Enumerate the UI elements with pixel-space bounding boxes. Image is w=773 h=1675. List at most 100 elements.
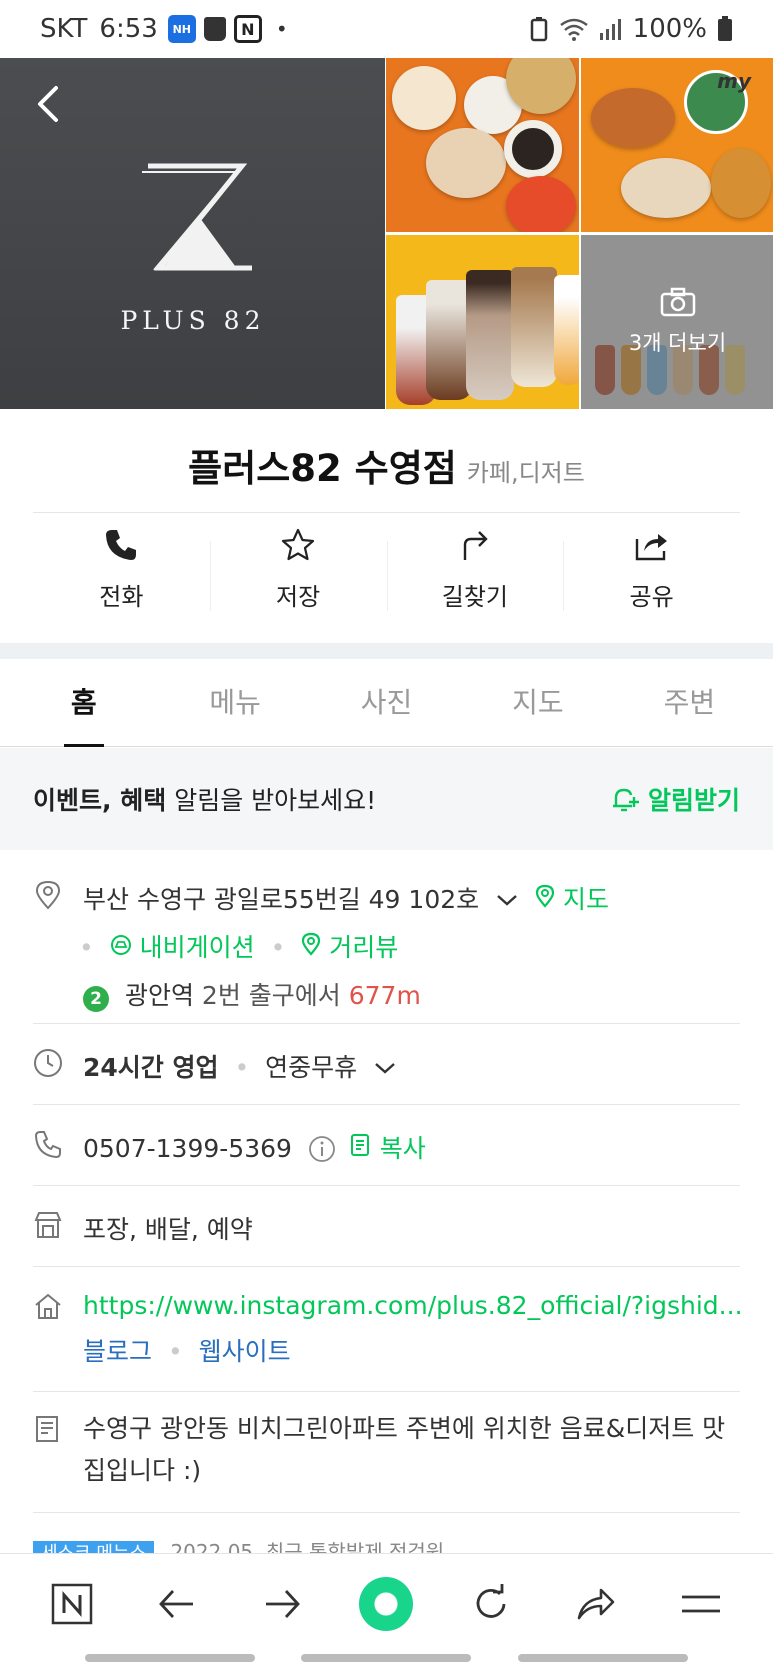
browser-back-button[interactable] — [149, 1576, 205, 1632]
info-icon[interactable] — [308, 1135, 336, 1163]
tab-photos[interactable]: 사진 — [311, 659, 462, 746]
shopping-bag-icon — [203, 17, 226, 41]
divider — [33, 1266, 740, 1267]
copy-label: 복사 — [379, 1134, 426, 1163]
station-distance: 677m — [348, 981, 421, 1010]
phone-outline-icon — [34, 1131, 61, 1159]
clock: 6:53 — [99, 14, 158, 44]
tab-nearby[interactable]: 주변 — [614, 659, 765, 746]
status-bar: SKT 6:53 NH N • 100% — [0, 0, 773, 58]
tab-map[interactable]: 지도 — [462, 659, 613, 746]
notification-banner: 이벤트, 혜택 알림을 받아보세요! 알림받기 — [0, 748, 773, 850]
divider — [33, 1104, 740, 1105]
chevron-down-icon[interactable] — [495, 892, 519, 908]
station-name: 광안역 — [124, 981, 194, 1010]
naver-n-icon: N — [233, 15, 262, 43]
divider — [33, 1185, 740, 1186]
links-section: https://www.instagram.com/plus.82_offici… — [33, 1291, 740, 1368]
browser-forward-button[interactable] — [254, 1576, 310, 1632]
map-link[interactable]: 지도 — [535, 884, 610, 914]
my-label: my — [717, 69, 751, 93]
tab-menu[interactable]: 메뉴 — [159, 659, 310, 746]
directions-label: 길찾기 — [441, 583, 508, 611]
menu-button[interactable] — [673, 1576, 729, 1632]
hours-status: 24시간 영업 — [83, 1053, 219, 1082]
copy-phone-button[interactable]: 복사 — [350, 1134, 426, 1163]
divider — [33, 1512, 740, 1513]
subscribe-alert-button[interactable]: 알림받기 — [610, 781, 740, 817]
notification-dot-icon: • — [275, 17, 288, 41]
map-link-label: 지도 — [563, 885, 610, 914]
divider — [33, 1023, 740, 1024]
nav-gesture-bar — [518, 1654, 688, 1662]
hours-section[interactable]: 24시간 영업 • 연중무휴 — [33, 1048, 740, 1084]
directions-icon — [463, 531, 488, 560]
save-label: 저장 — [276, 583, 321, 611]
more-photos-overlay[interactable]: 3개 더보기 — [581, 235, 773, 409]
star-icon — [282, 528, 315, 561]
main-photo[interactable]: PLUS 82 — [0, 58, 385, 409]
share-arrow-icon — [577, 1588, 615, 1619]
hamburger-icon — [681, 1595, 720, 1612]
bell-plus-icon — [612, 788, 639, 812]
share-button[interactable]: 공유 — [563, 527, 740, 627]
nh-bank-icon: NH — [167, 15, 196, 43]
signal-icon — [599, 19, 621, 40]
navigation-label: 내비게이션 — [139, 933, 255, 962]
battery-icon — [718, 16, 732, 41]
plus82-logo — [142, 163, 252, 271]
blog-link[interactable]: 블로그 — [83, 1337, 152, 1366]
navigation-link[interactable]: 내비게이션 — [110, 933, 263, 962]
address-section: 부산 수영구 광일로55번길 49 102호 지도 • 내비게이션 • 거리뷰 … — [33, 880, 740, 1012]
wifi-icon — [559, 18, 588, 41]
call-button[interactable]: 전화 — [33, 527, 210, 627]
website-link[interactable]: 웹사이트 — [199, 1337, 291, 1366]
reload-icon — [476, 1583, 506, 1618]
station-exit: 2번 출구에서 — [201, 981, 341, 1010]
phone-number[interactable]: 0507-1399-5369 — [83, 1134, 292, 1163]
save-button[interactable]: 저장 — [209, 527, 387, 627]
share-label: 공유 — [629, 583, 674, 611]
share-icon — [635, 534, 667, 561]
hours-holiday: 연중무휴 — [265, 1053, 358, 1082]
street-view-link[interactable]: 거리뷰 — [301, 932, 398, 962]
logo-text: PLUS 82 — [120, 306, 266, 335]
services-section: 포장, 배달, 예약 — [33, 1210, 740, 1246]
green-dot-button[interactable] — [358, 1576, 414, 1632]
photo-grid: my 3개 더보기 — [386, 58, 773, 409]
description-section: 수영구 광안동 비치그린아파트 주변에 위치한 음료&디저트 맛집입니다 :) — [33, 1414, 740, 1492]
document-icon — [36, 1416, 58, 1442]
instagram-link[interactable]: https://www.instagram.com/plus.82_offici… — [83, 1291, 740, 1320]
notify-bold-text: 이벤트, 혜택 — [33, 786, 167, 815]
copy-icon — [350, 1134, 369, 1156]
description-text: 수영구 광안동 비치그린아파트 주변에 위치한 음료&디저트 맛집입니다 :) — [83, 1414, 726, 1485]
arrow-right-icon — [265, 1589, 300, 1618]
call-label: 전화 — [99, 583, 144, 611]
back-arrow-icon[interactable] — [30, 82, 70, 126]
directions-button[interactable]: 길찾기 — [386, 527, 564, 627]
subscribe-alert-label: 알림받기 — [647, 786, 740, 815]
photo-breads[interactable]: my — [581, 58, 773, 232]
divider — [33, 1391, 740, 1392]
my-profile-badge[interactable]: my — [684, 69, 751, 134]
subway-line-badge: 2 — [83, 986, 109, 1012]
share-page-button[interactable] — [568, 1576, 624, 1632]
arrow-left-icon — [159, 1589, 194, 1618]
home-icon — [35, 1293, 61, 1319]
naver-home-button[interactable] — [44, 1576, 100, 1632]
nav-gesture-bar — [85, 1654, 255, 1662]
reload-button[interactable] — [463, 1576, 519, 1632]
action-bar: 전화 저장 길찾기 공유 — [33, 527, 740, 627]
hero-photos: PLUS 82 my 3개 더보기 — [0, 58, 773, 409]
tab-home[interactable]: 홈 — [8, 659, 159, 747]
phone-icon — [106, 530, 137, 560]
camera-icon — [660, 287, 695, 317]
chevron-down-icon[interactable] — [373, 1060, 397, 1076]
notify-text: 알림을 받아보세요! — [174, 786, 377, 815]
map-pin-icon — [535, 884, 555, 908]
car-icon — [110, 935, 131, 955]
photo-drinks[interactable] — [386, 235, 579, 409]
photo-desserts[interactable] — [386, 58, 579, 232]
photo-more[interactable]: 3개 더보기 — [581, 235, 773, 409]
place-title: 플러스82 수영점 카페,디저트 — [0, 438, 773, 492]
